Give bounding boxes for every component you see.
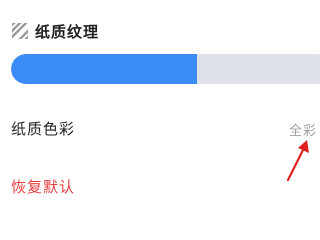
texture-section-header: 纸质纹理 <box>11 20 99 42</box>
reset-defaults-button[interactable]: 恢复默认 <box>11 176 75 197</box>
texture-pattern-icon <box>12 23 28 39</box>
texture-settings-panel: 纸质纹理 纸质色彩 全彩 恢复默认 <box>0 0 320 240</box>
texture-section-title: 纸质纹理 <box>35 22 100 41</box>
texture-slider[interactable] <box>11 54 320 84</box>
texture-slider-fill <box>11 54 197 84</box>
paper-color-label: 纸质色彩 <box>11 120 76 138</box>
red-arrow-icon <box>286 140 309 182</box>
paper-color-row[interactable]: 纸质色彩 全彩 <box>11 116 320 140</box>
